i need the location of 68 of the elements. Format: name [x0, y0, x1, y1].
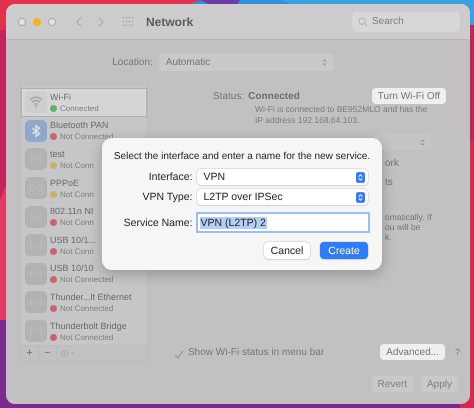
popup-menu[interactable]: L2TP over IPSec — [197, 189, 368, 205]
footer-button[interactable]: Revert — [372, 376, 413, 392]
field-label: Service Name: — [122, 216, 193, 228]
toolbar-button[interactable]: + — [21, 346, 39, 360]
service-status: Connected — [60, 102, 99, 114]
service-status: Not Conn — [60, 217, 94, 228]
partial-text: omatically. If — [385, 212, 432, 222]
service-item[interactable]: Thunderbolt Bridge Not Connected — [21, 316, 147, 346]
status-value: Connected — [248, 90, 300, 102]
status-label: Status: — [213, 90, 244, 102]
back-icon[interactable] — [76, 16, 82, 28]
service-item[interactable]: USB 10/10 Not Connected — [21, 260, 147, 288]
chevron-icon — [420, 138, 425, 146]
service-name: Thunder...lt Ethernet — [50, 290, 132, 303]
field-label: Interface: — [148, 171, 192, 183]
search-field[interactable]: Search — [352, 12, 460, 32]
service-name: 802.11n NI — [50, 205, 94, 218]
location-label: Location: — [112, 56, 153, 68]
checkbox-label: Show Wi-Fi status in menu bar — [188, 346, 324, 358]
window-title: Network — [146, 14, 194, 28]
text-field[interactable]: VPN (L2TP) 2 — [198, 214, 368, 231]
location-popup[interactable]: Automatic — [158, 53, 334, 71]
service-name: USB 10/1... — [50, 234, 96, 246]
service-name: Thunderbolt Bridge — [50, 320, 127, 332]
service-item[interactable]: Wi-Fi Connected — [21, 88, 147, 117]
popup-menu[interactable] — [375, 134, 431, 150]
toolbar-button[interactable]: − — [39, 346, 57, 360]
partial-text: ou will be — [385, 222, 422, 232]
service-status: Not Connected — [60, 332, 114, 343]
chevron-icon — [322, 58, 327, 66]
field-label: VPN Type: — [141, 191, 192, 203]
zoom-button[interactable] — [48, 18, 56, 26]
dialog-message: Select the interface and enter a name for the new service. — [114, 151, 370, 162]
turn-off-button[interactable]: Turn Wi-Fi Off — [372, 88, 446, 104]
partial-text: ork — [385, 158, 399, 169]
service-status: Not Conn — [60, 160, 94, 171]
status-description: Wi-Fi is connected to BE952MLO and has the — [255, 104, 428, 115]
dialog-button[interactable]: Create — [320, 242, 368, 259]
stepper-icon — [356, 172, 365, 182]
service-item[interactable]: USB 10/1... Not Conn — [21, 230, 147, 260]
popup-menu[interactable]: VPN — [197, 169, 368, 185]
help-button[interactable]: ? — [454, 347, 460, 357]
advanced-button[interactable]: Advanced... — [380, 344, 445, 360]
status-description: IP address 192.168.64.103. — [255, 115, 360, 126]
service-status: Not Connected — [60, 274, 114, 286]
service-status: Not Connected — [60, 302, 114, 314]
partial-text: k. — [385, 232, 393, 242]
dialog-button[interactable]: Cancel — [264, 242, 310, 259]
minimize-button[interactable] — [33, 18, 41, 26]
bluetooth-icon — [25, 120, 47, 142]
footer-button[interactable]: Apply — [420, 376, 458, 392]
service-name: test — [50, 148, 66, 160]
grid-icon[interactable] — [122, 16, 134, 27]
service-item[interactable]: Bluetooth PAN Not Connected — [21, 116, 147, 146]
service-item[interactable]: Thunder...lt Ethernet Not Connected — [21, 288, 147, 317]
search-icon — [358, 16, 368, 26]
service-status: Not Connected — [60, 131, 114, 142]
partial-text: ts — [385, 177, 393, 188]
service-status: Not Conn — [60, 246, 94, 257]
service-name: PPPoE — [50, 176, 80, 189]
service-status: Not Conn — [60, 188, 94, 200]
close-button[interactable] — [18, 18, 26, 26]
service-name: USB 10/10 — [50, 262, 95, 274]
forward-icon[interactable] — [98, 16, 104, 28]
stepper-icon — [356, 192, 365, 202]
service-name: Wi-Fi — [50, 90, 72, 103]
wifi-icon — [25, 91, 47, 114]
service-name: Bluetooth PAN — [50, 119, 110, 132]
